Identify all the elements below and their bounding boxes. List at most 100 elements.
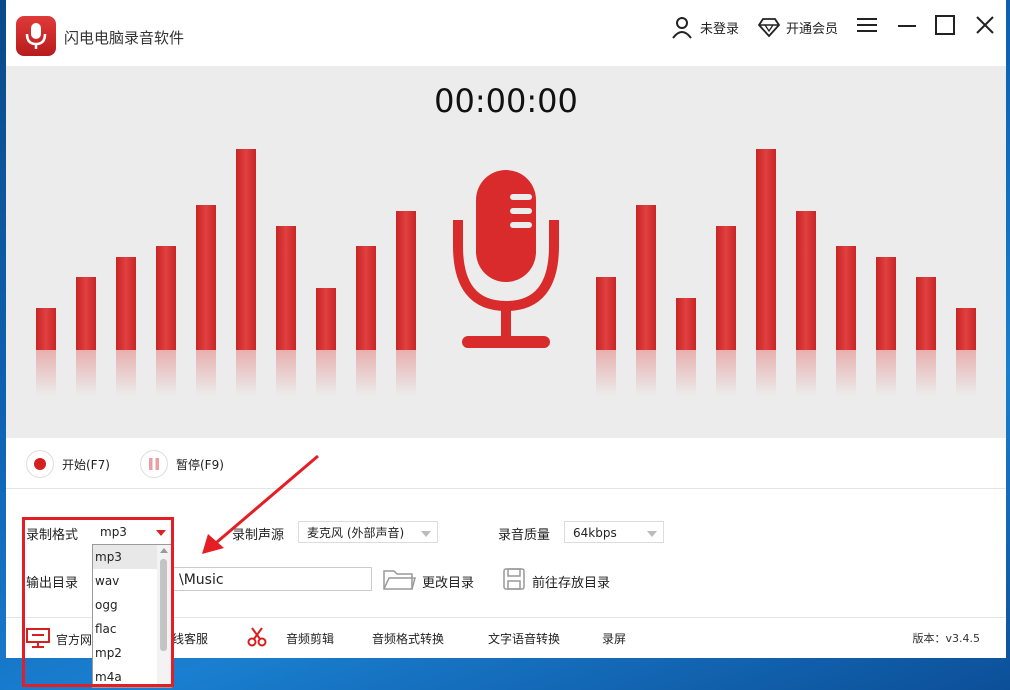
diamond-icon [758,16,780,38]
format-option-ogg[interactable]: ogg [93,593,157,617]
folder-icon [382,567,416,595]
recording-timer: 00:00:00 [434,82,578,120]
start-button[interactable]: 开始(F7) [26,450,110,478]
level-bar [116,257,136,350]
level-bar [916,277,936,350]
level-bar [716,226,736,350]
open-dir-button[interactable]: 前往存放目录 [502,567,610,595]
bar-reflection [596,350,616,396]
format-option-mp3[interactable]: mp3 [93,545,157,569]
level-bar [196,205,216,350]
format-option-m4a[interactable]: m4a [93,665,157,687]
start-label: 开始(F7) [62,457,110,472]
maximize-icon [935,15,955,39]
level-bar [356,246,376,350]
change-dir-label: 更改目录 [422,575,475,591]
bar-reflection [196,350,216,396]
bar-reflection [396,350,416,396]
bar-reflection [276,350,296,396]
quality-select-value: 64kbps [573,526,617,540]
record-icon [26,450,54,478]
chevron-down-icon [421,531,431,537]
level-bar [236,149,256,350]
level-bar [396,211,416,350]
close-icon [975,15,995,39]
vip-label: 开通会员 [786,21,839,37]
login-label: 未登录 [700,21,740,37]
app-logo-icon [16,16,56,56]
official-site-link[interactable]: 官方网 [26,627,92,652]
bar-reflection [796,350,816,396]
format-option-mp2[interactable]: mp2 [93,641,157,665]
record-controls: 开始(F7) 暂停(F9) [6,438,1006,489]
microphone-icon [446,166,566,360]
minimize-button[interactable] [894,14,920,40]
title-bar: 闪电电脑录音软件 未登录 开通会员 [6,0,1006,66]
change-dir-button[interactable]: 更改目录 [382,567,474,595]
bar-reflection [356,350,376,396]
chevron-up-icon [160,548,168,553]
recording-visualizer: 00:00:00 [6,66,1006,438]
pause-icon [140,450,168,478]
level-bar [676,298,696,350]
menu-icon [857,17,877,37]
chevron-down-icon [647,531,657,537]
format-label: 录制格式 [26,528,79,543]
quality-select[interactable]: 64kbps [564,521,664,543]
dropdown-scrollbar[interactable] [157,545,171,687]
chevron-down-icon [156,530,166,536]
bar-reflection [36,350,56,396]
support-link[interactable]: 线客服 [172,630,208,647]
bar-reflection [956,350,976,396]
annotation-arrow-icon [196,450,326,564]
bar-reflection [636,350,656,396]
audio-edit-label: 音频剪辑 [286,632,335,646]
audio-edit-link[interactable]: 音频剪辑 [246,626,334,651]
level-bar [756,149,776,350]
quality-label: 录音质量 [498,528,551,543]
version-label: 版本：v3.4.5 [912,632,981,645]
close-button[interactable] [972,14,998,40]
user-icon [670,15,694,39]
bar-reflection [116,350,136,396]
format-option-wav[interactable]: wav [93,569,157,593]
level-bar [796,211,816,350]
support-label: 线客服 [172,632,209,646]
screen-record-link[interactable]: 录屏 [602,630,626,647]
maximize-button[interactable] [932,14,958,40]
app-title: 闪电电脑录音软件 [64,29,185,47]
level-bar [276,226,296,350]
format-convert-label: 音频格式转换 [372,632,445,646]
bar-reflection [836,350,856,396]
level-bar [836,246,856,350]
level-bar [316,288,336,350]
bar-reflection [916,350,936,396]
bar-reflection [76,350,96,396]
bar-reflection [316,350,336,396]
bar-reflection [236,350,256,396]
output-label: 输出目录 [26,576,79,591]
bar-reflection [716,350,736,396]
bar-reflection [756,350,776,396]
format-convert-link[interactable]: 音频格式转换 [372,630,444,647]
format-dropdown-list[interactable]: mp3 wav ogg flac mp2 m4a [92,544,172,688]
level-bar [156,246,176,350]
tts-label: 文字语音转换 [488,632,561,646]
format-select[interactable]: mp3 [92,521,172,543]
level-bar [76,277,96,350]
level-bar [596,277,616,350]
save-icon [502,567,526,595]
scissors-icon [246,626,268,651]
scrollbar-thumb[interactable] [160,559,167,651]
level-bar [636,205,656,350]
tts-link[interactable]: 文字语音转换 [488,630,560,647]
vip-button[interactable]: 开通会员 [758,16,838,38]
minimize-icon [897,15,917,39]
format-select-value: mp3 [100,525,127,539]
screen-record-label: 录屏 [602,632,627,646]
menu-button[interactable] [854,14,880,40]
bar-reflection [676,350,696,396]
output-path-input[interactable]: \Music [172,567,372,591]
format-option-flac[interactable]: flac [93,617,157,641]
login-button[interactable]: 未登录 [670,15,740,39]
